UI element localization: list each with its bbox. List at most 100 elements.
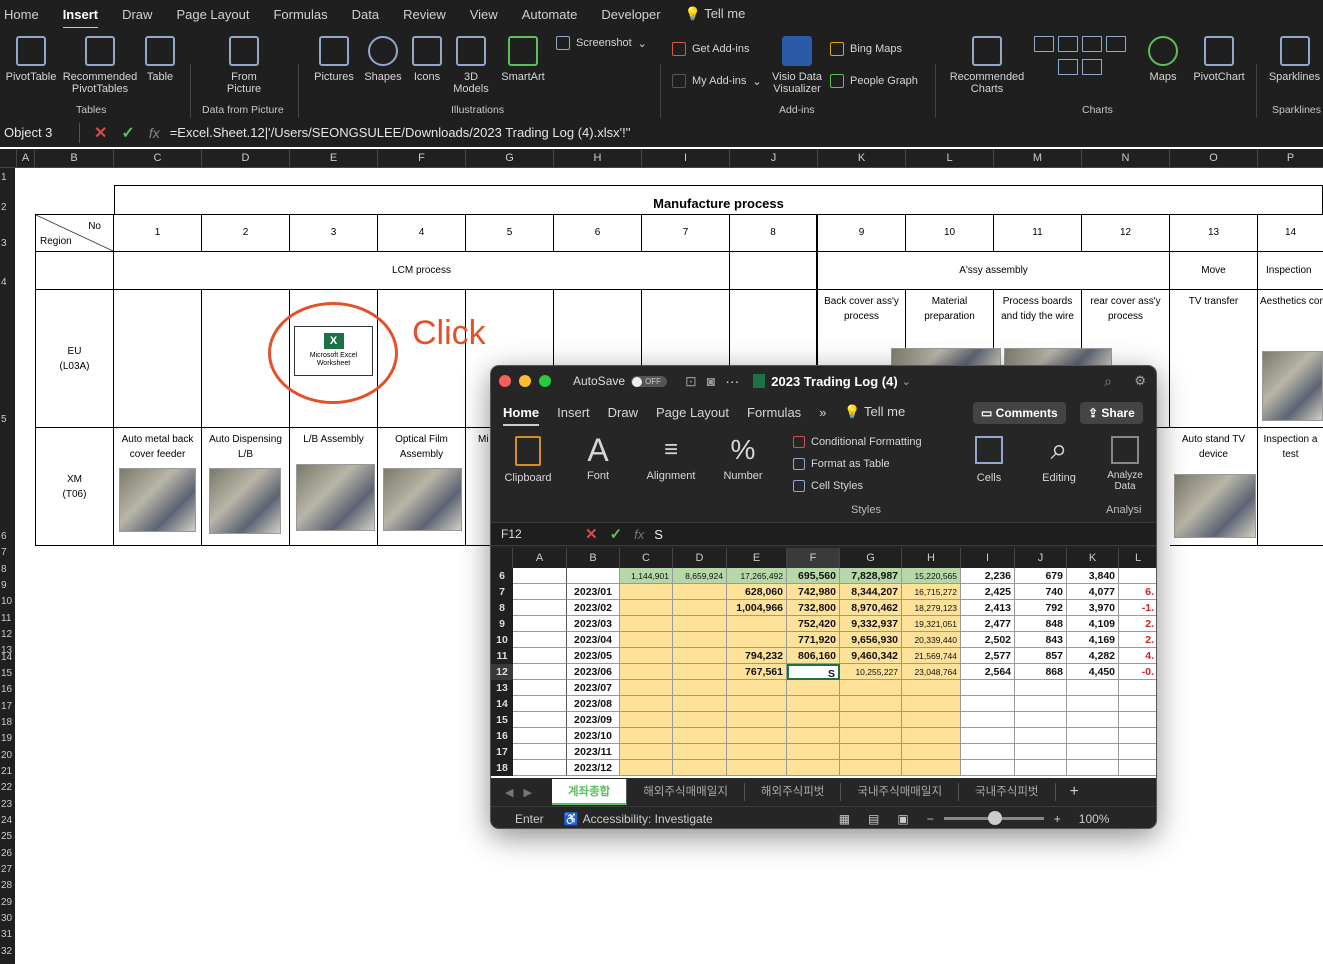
tab-developer[interactable]: Developer [601, 7, 668, 22]
cell[interactable] [1119, 696, 1156, 712]
cell[interactable]: 2023/03 [567, 616, 620, 632]
cell[interactable]: 8,344,207 [840, 584, 902, 600]
cell-styles-button[interactable]: Cell Styles [793, 480, 863, 492]
cell[interactable] [513, 632, 567, 648]
row-header[interactable]: 10 [491, 632, 513, 648]
cell[interactable] [727, 680, 787, 696]
col-header-j[interactable]: J [1015, 548, 1067, 568]
tab-view[interactable]: View [470, 7, 506, 22]
cell[interactable]: 21,569,744 [902, 648, 961, 664]
people-graph-button[interactable]: People Graph [830, 74, 918, 88]
cell[interactable] [787, 680, 840, 696]
cell[interactable] [620, 728, 673, 744]
move-cell[interactable]: Move [1170, 252, 1258, 290]
cell[interactable] [961, 680, 1015, 696]
cell[interactable] [673, 696, 727, 712]
cell[interactable]: 4,169 [1067, 632, 1119, 648]
row-header[interactable]: 15 [491, 712, 513, 728]
cell[interactable]: 9,332,937 [840, 616, 902, 632]
cell[interactable] [673, 728, 727, 744]
cell[interactable] [673, 664, 727, 680]
cell[interactable] [727, 696, 787, 712]
cell[interactable]: 2023/04 [567, 632, 620, 648]
col-header-i[interactable]: I [961, 548, 1015, 568]
cell[interactable] [1119, 712, 1156, 728]
cell[interactable]: 2,236 [961, 568, 1015, 584]
cell[interactable] [513, 648, 567, 664]
cell[interactable] [902, 712, 961, 728]
chart-types-gallery[interactable] [1030, 34, 1130, 94]
cell[interactable]: 4,282 [1067, 648, 1119, 664]
smartart-button[interactable]: SmartArt [498, 36, 548, 83]
cell[interactable] [1015, 696, 1067, 712]
cell[interactable] [513, 696, 567, 712]
tab-formulas[interactable]: Formulas [747, 405, 801, 420]
cell[interactable] [673, 760, 727, 776]
close-window-button[interactable] [499, 375, 511, 387]
sheet-tab[interactable]: 국내주식피벗 [959, 783, 1056, 801]
process-number-cell[interactable]: 7 [642, 214, 730, 252]
title-cell[interactable]: Manufacture process [114, 185, 1323, 215]
process-number-cell[interactable]: 6 [554, 214, 642, 252]
tab-automate[interactable]: Automate [522, 7, 586, 22]
col-header-i[interactable]: I [642, 149, 730, 168]
cell[interactable]: 628,060 [727, 584, 787, 600]
cell[interactable] [1015, 680, 1067, 696]
cell[interactable]: 2. [1119, 632, 1156, 648]
cell[interactable] [513, 760, 567, 776]
cell[interactable] [840, 712, 902, 728]
maps-button[interactable]: Maps [1138, 36, 1188, 83]
bing-maps-button[interactable]: Bing Maps [830, 42, 902, 56]
cell[interactable] [902, 696, 961, 712]
cell[interactable] [620, 600, 673, 616]
cell[interactable] [1067, 712, 1119, 728]
tab-insert[interactable]: Insert [62, 7, 106, 29]
cell[interactable]: 1,004,966 [727, 600, 787, 616]
row-header[interactable]: 17 [491, 744, 513, 760]
cell[interactable]: 4,450 [1067, 664, 1119, 680]
cell[interactable] [961, 760, 1015, 776]
tab-page-layout[interactable]: Page Layout [656, 405, 729, 420]
row-header[interactable]: 9 [491, 616, 513, 632]
cell[interactable] [727, 760, 787, 776]
cell[interactable]: 19,321,051 [902, 616, 961, 632]
cell[interactable] [620, 712, 673, 728]
zoom-in-button[interactable]: + [1054, 812, 1061, 826]
no-region-header[interactable]: No Region [35, 214, 114, 252]
cell[interactable] [673, 648, 727, 664]
cell[interactable]: 8,659,924 [673, 568, 727, 584]
cell[interactable] [620, 760, 673, 776]
shapes-button[interactable]: Shapes [362, 36, 404, 83]
zoom-level[interactable]: 100% [1079, 812, 1110, 826]
cell[interactable] [1067, 760, 1119, 776]
sheet-tab[interactable]: 국내주식매매일지 [841, 783, 960, 801]
cell[interactable] [513, 584, 567, 600]
cell[interactable] [620, 680, 673, 696]
cell[interactable] [902, 760, 961, 776]
pivottable-button[interactable]: PivotTable [4, 36, 58, 83]
tab-home[interactable]: Home [503, 405, 540, 426]
col-header-n[interactable]: N [1082, 149, 1170, 168]
cell[interactable] [673, 600, 727, 616]
tab-data[interactable]: Data [352, 7, 387, 22]
cell[interactable]: 2023/11 [567, 744, 620, 760]
pictures-button[interactable]: Pictures [310, 36, 358, 83]
cell[interactable] [1119, 760, 1156, 776]
next-sheet-icon[interactable]: ▶ [523, 786, 531, 799]
minimize-window-button[interactable] [519, 375, 531, 387]
cell[interactable]: 2023/12 [567, 760, 620, 776]
editing-button[interactable]: ⌕ Editing [1031, 432, 1087, 484]
cell[interactable] [1119, 728, 1156, 744]
tell-me[interactable]: 💡 Tell me [844, 404, 905, 420]
zoom-slider[interactable] [943, 811, 1044, 825]
process-number-cell[interactable]: 1 [114, 214, 202, 252]
cell[interactable] [961, 712, 1015, 728]
cell[interactable]: 2,413 [961, 600, 1015, 616]
col-header-f[interactable]: F [787, 548, 840, 568]
tab-review[interactable]: Review [403, 7, 454, 22]
cell[interactable] [787, 744, 840, 760]
formula-input[interactable]: =Excel.Sheet.12|'/Users/SEONGSULEE/Downl… [170, 125, 631, 140]
font-button[interactable]: A Font [571, 432, 625, 482]
col-header-e[interactable]: E [290, 149, 378, 168]
cell[interactable] [513, 664, 567, 680]
